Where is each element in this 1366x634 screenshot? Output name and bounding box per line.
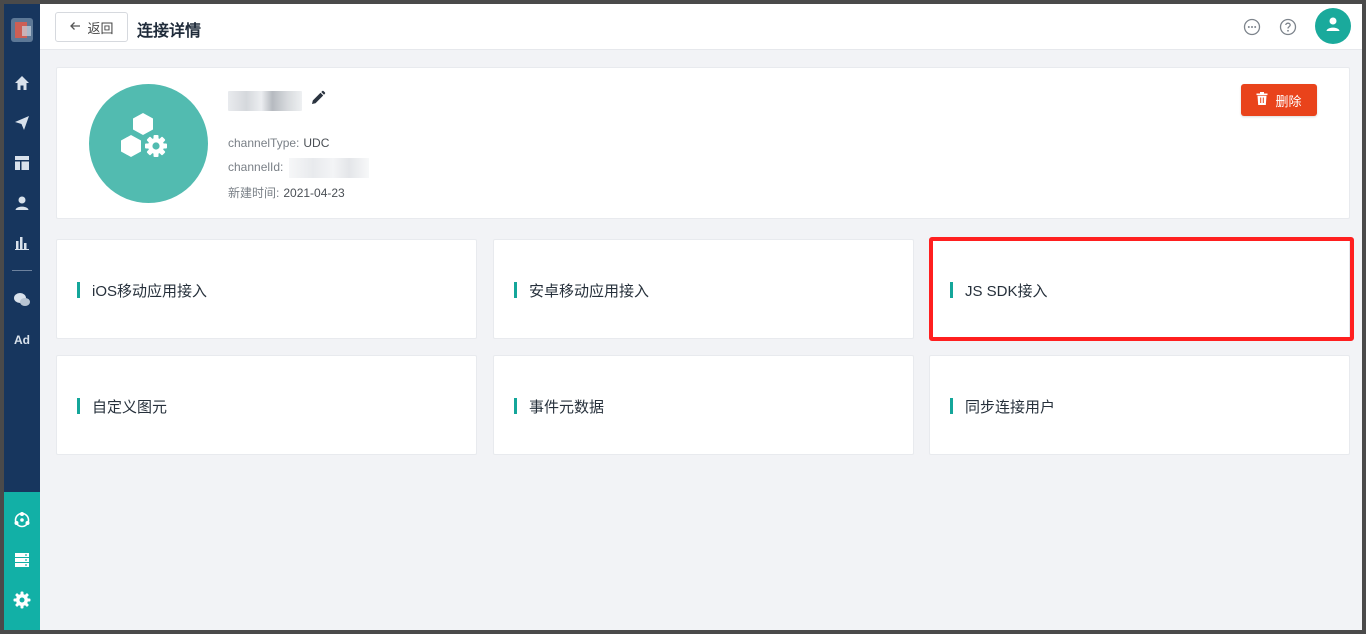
tile-label: 同步连接用户 [965, 399, 1056, 416]
tile-accent-bar [77, 282, 80, 298]
send-icon[interactable] [10, 111, 34, 135]
app-logo [89, 84, 208, 203]
trash-icon [1256, 92, 1268, 108]
ad-icon[interactable]: Ad [10, 328, 34, 352]
user-icon[interactable] [10, 191, 34, 215]
settings-icon[interactable] [10, 588, 34, 612]
sidebar: Ad [4, 4, 40, 630]
created-label: 新建时间: [228, 186, 280, 200]
sidebar-bottom-section [4, 492, 40, 630]
network-icon[interactable] [10, 508, 34, 532]
logo [11, 16, 33, 44]
hexagon-gear-icon [119, 111, 179, 176]
back-button[interactable]: 返回 [55, 12, 128, 42]
channel-type-value: UDC [303, 136, 330, 150]
delete-button-label: 删除 [1275, 93, 1302, 109]
tile-android-integration[interactable]: 安卓移动应用接入 [493, 239, 914, 339]
tile-ios-integration[interactable]: iOS移动应用接入 [56, 239, 477, 339]
connection-name-redacted [228, 90, 302, 111]
chat-bubble-icon[interactable] [1243, 18, 1261, 36]
tile-custom-elements[interactable]: 自定义图元 [56, 355, 477, 455]
arrow-left-icon [69, 20, 81, 35]
delete-button[interactable]: 删除 [1241, 84, 1317, 116]
help-icon[interactable] [1279, 18, 1297, 36]
user-avatar[interactable] [1315, 8, 1351, 44]
created-date-row: 新建时间: 2021-04-23 [228, 184, 345, 201]
channel-type-row: channelType: UDC [228, 136, 329, 150]
tile-label: 事件元数据 [529, 399, 605, 416]
top-header: 返回 连接详情 [40, 4, 1362, 50]
tile-sync-connected-users[interactable]: 同步连接用户 [929, 355, 1350, 455]
user-avatar-icon [1325, 16, 1341, 37]
page-title: 连接详情 [137, 23, 202, 40]
tile-accent-bar [950, 282, 953, 298]
tile-label: 安卓移动应用接入 [529, 283, 650, 300]
edit-pencil-icon[interactable] [310, 90, 326, 111]
tile-accent-bar [514, 282, 517, 298]
app-frame: Ad 返回 连接详情 channelType: UDC channelId: 新… [4, 4, 1362, 630]
channel-id-label: channelId: [228, 160, 284, 175]
created-value: 2021-04-23 [283, 186, 345, 200]
tile-js-sdk-integration[interactable]: JS SDK接入 [929, 239, 1350, 339]
channel-type-label: channelType: [228, 136, 300, 150]
wechat-icon[interactable] [10, 288, 34, 312]
home-icon[interactable] [10, 71, 34, 95]
connection-info-card: channelType: UDC channelId: 新建时间: 2021-04-… [56, 67, 1350, 219]
tile-event-metadata[interactable]: 事件元数据 [493, 355, 914, 455]
channel-id-redacted [289, 158, 370, 178]
tile-label: JS SDK接入 [965, 283, 1048, 300]
connection-name-row [228, 90, 326, 111]
dashboard-icon[interactable] [10, 151, 34, 175]
tile-label: 自定义图元 [92, 399, 168, 416]
back-button-label: 返回 [87, 20, 114, 36]
sidebar-divider [12, 270, 32, 271]
tile-label: iOS移动应用接入 [92, 283, 208, 300]
server-icon[interactable] [10, 548, 34, 572]
tile-accent-bar [950, 398, 953, 414]
channel-id-row: channelId: [228, 158, 370, 178]
tile-accent-bar [77, 398, 80, 414]
tile-accent-bar [514, 398, 517, 414]
bar-chart-icon[interactable] [10, 231, 34, 255]
